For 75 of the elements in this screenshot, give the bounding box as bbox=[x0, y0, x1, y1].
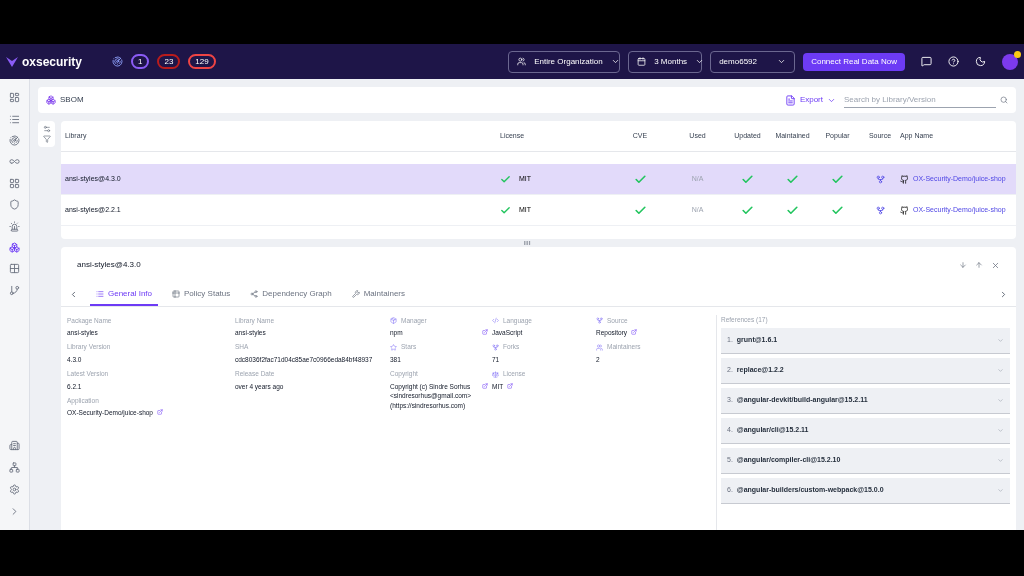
tab[interactable]: Maintainers bbox=[345, 283, 412, 306]
arrow-up-icon[interactable] bbox=[975, 261, 983, 269]
count-badge[interactable]: 129 bbox=[188, 54, 216, 69]
boxes-icon[interactable] bbox=[9, 241, 20, 253]
external-link-icon[interactable] bbox=[482, 329, 488, 335]
grid-icon[interactable] bbox=[9, 177, 20, 189]
external-link-icon[interactable] bbox=[507, 382, 514, 389]
shield-icon[interactable] bbox=[9, 199, 20, 211]
chat-icon[interactable] bbox=[921, 56, 932, 67]
file-icon bbox=[784, 94, 796, 106]
connect-data-button[interactable]: Connect Real Data Now bbox=[803, 52, 905, 71]
help-icon[interactable] bbox=[948, 56, 959, 67]
list-icon bbox=[96, 289, 104, 298]
wrench-icon bbox=[351, 289, 360, 298]
page-title: SBOM bbox=[60, 94, 84, 106]
check-icon bbox=[500, 204, 511, 216]
filter-value: Entire Organization bbox=[534, 55, 603, 68]
chevron-right-icon[interactable] bbox=[999, 290, 1008, 299]
github-icon bbox=[900, 174, 909, 184]
search-field[interactable]: Search by Library/Version bbox=[844, 92, 996, 108]
tab[interactable]: Dependency Graph bbox=[244, 283, 338, 306]
building-icon[interactable] bbox=[9, 439, 20, 451]
grid-icon[interactable] bbox=[9, 263, 20, 275]
count-badge[interactable]: 1 bbox=[131, 54, 150, 69]
users-icon bbox=[517, 57, 527, 66]
search-icon bbox=[1000, 96, 1008, 104]
caret-icon bbox=[997, 366, 1004, 374]
detail-title: ansi-styles@4.3.0 bbox=[77, 259, 142, 271]
siren-icon[interactable] bbox=[9, 220, 20, 232]
caret-icon bbox=[997, 426, 1004, 434]
filter-icon[interactable] bbox=[42, 135, 51, 143]
tab[interactable]: Policy Status bbox=[166, 283, 237, 306]
radar-icon[interactable] bbox=[9, 134, 20, 146]
caret-icon bbox=[997, 486, 1004, 494]
tab[interactable]: General Info bbox=[90, 283, 159, 306]
resize-handle-icon[interactable] bbox=[523, 239, 531, 247]
caret-icon bbox=[997, 336, 1004, 344]
table-icon bbox=[172, 289, 181, 298]
close-icon[interactable] bbox=[991, 260, 1000, 270]
external-link-icon[interactable] bbox=[631, 329, 638, 335]
caret-icon bbox=[695, 57, 705, 66]
moon-icon[interactable] bbox=[975, 56, 986, 67]
avatar[interactable] bbox=[1002, 53, 1018, 70]
count-badge[interactable]: 23 bbox=[157, 54, 181, 69]
share-icon bbox=[250, 289, 259, 298]
logo-text: oxsecurity bbox=[22, 53, 83, 71]
arrow-down-icon[interactable] bbox=[959, 261, 967, 269]
filter-value: 3 Months bbox=[654, 55, 688, 68]
settings-icon[interactable] bbox=[9, 483, 20, 495]
caret-icon bbox=[610, 57, 620, 66]
filter-value: demo6592 bbox=[719, 55, 758, 68]
settings-icon[interactable] bbox=[42, 125, 51, 133]
filter-dropdown[interactable]: 3 Months bbox=[628, 50, 703, 73]
caret-icon bbox=[997, 456, 1004, 464]
chevron-left-icon[interactable] bbox=[69, 290, 78, 299]
caret-icon bbox=[777, 57, 787, 66]
check-icon bbox=[500, 173, 511, 185]
branch-icon[interactable] bbox=[9, 284, 20, 296]
radar-icon bbox=[112, 56, 123, 67]
calendar-icon bbox=[637, 57, 647, 66]
export-link[interactable]: Export bbox=[799, 94, 823, 106]
chevron-right-icon[interactable] bbox=[9, 505, 20, 517]
logo-icon bbox=[6, 56, 18, 67]
fork-icon bbox=[875, 205, 885, 215]
filter-dropdown[interactable]: Entire Organization bbox=[508, 50, 621, 73]
caret-icon bbox=[997, 396, 1004, 404]
sbom-icon bbox=[46, 95, 56, 105]
github-icon bbox=[900, 205, 909, 215]
dashboard-icon[interactable] bbox=[9, 92, 20, 104]
filter-dropdown[interactable]: demo6592 bbox=[710, 50, 796, 73]
fork-icon bbox=[875, 174, 885, 184]
external-link-icon[interactable] bbox=[157, 409, 163, 416]
network-icon[interactable] bbox=[9, 461, 20, 473]
external-link-icon[interactable] bbox=[482, 382, 488, 389]
list-icon[interactable] bbox=[9, 113, 20, 125]
